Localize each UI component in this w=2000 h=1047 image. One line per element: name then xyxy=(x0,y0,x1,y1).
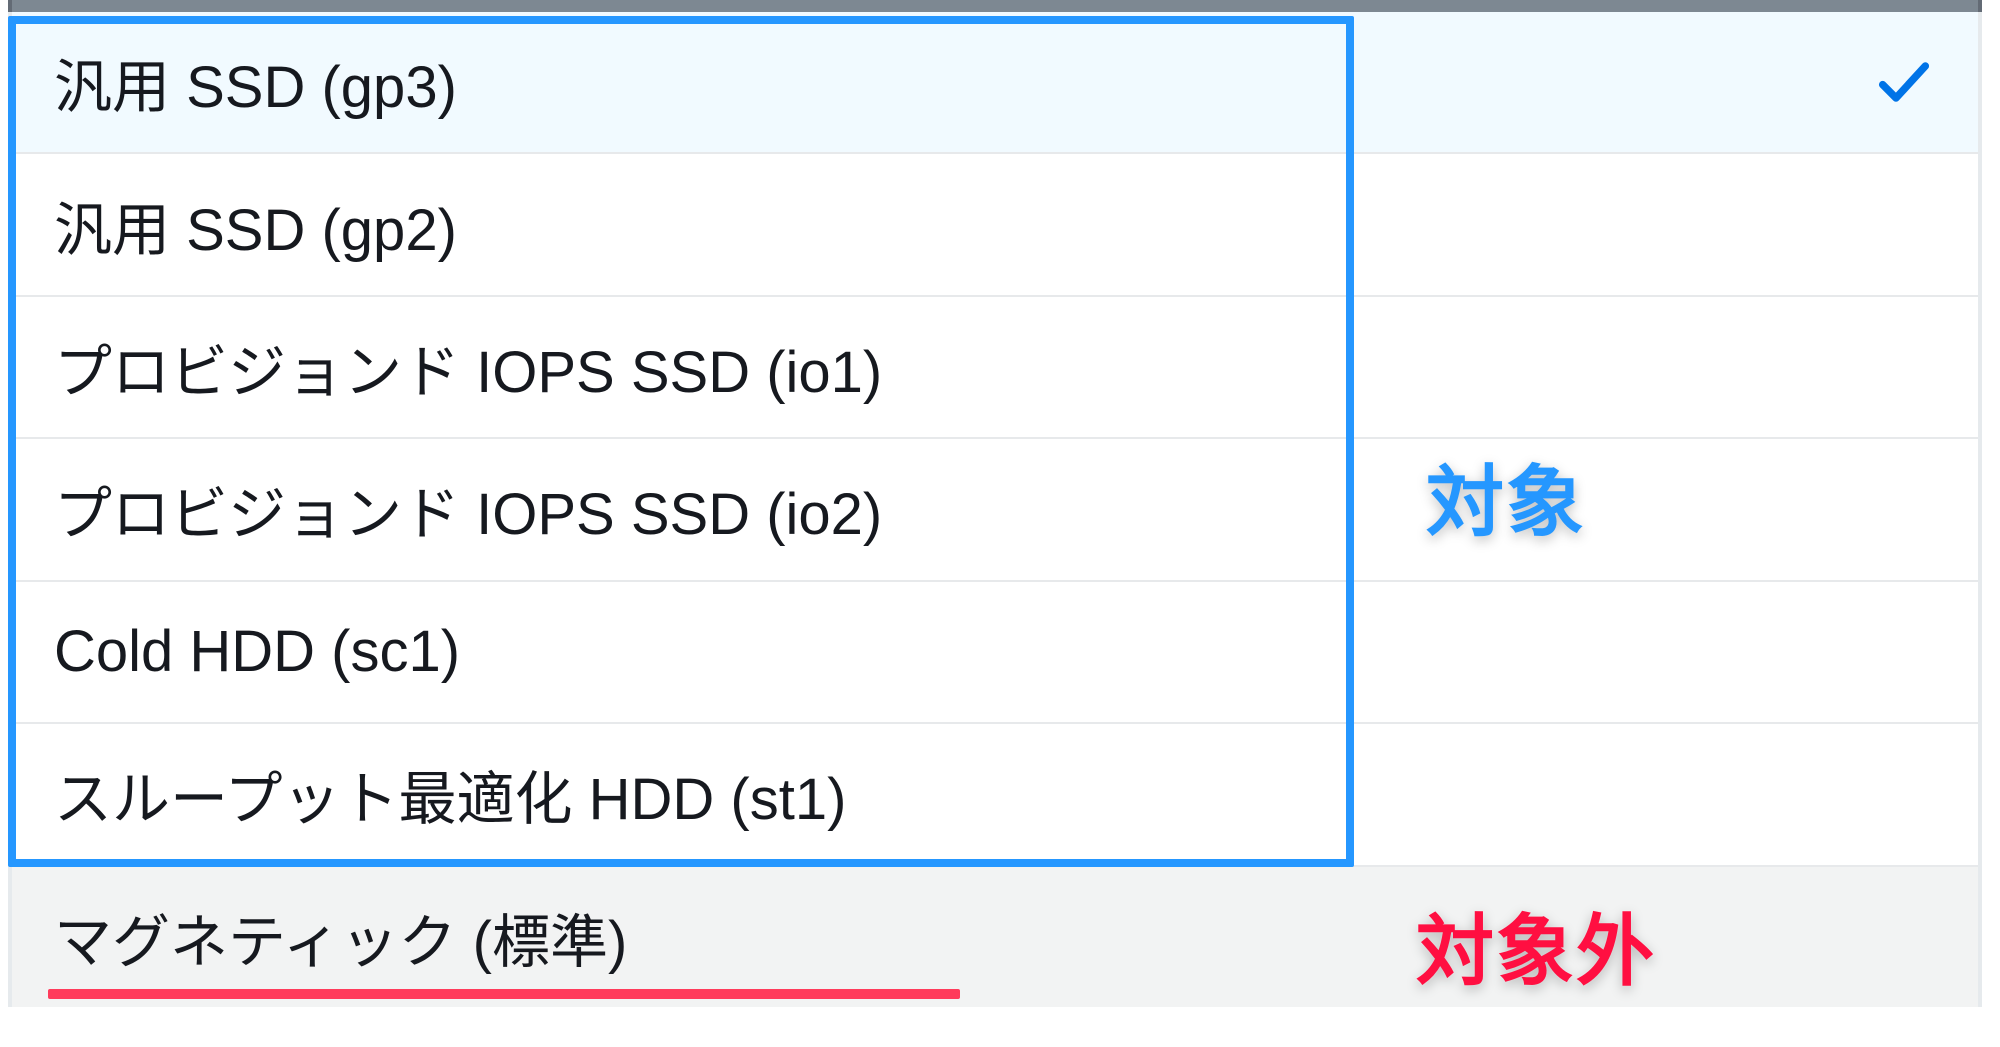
page-root: 汎用 SSD (gp3) 汎用 SSD (gp2) プロビジョンド IOPS S… xyxy=(0,0,2000,1047)
option-sc1[interactable]: Cold HDD (sc1) xyxy=(12,582,1978,724)
option-gp2[interactable]: 汎用 SSD (gp2) xyxy=(12,154,1978,296)
option-io1[interactable]: プロビジョンド IOPS SSD (io1) xyxy=(12,297,1978,439)
option-label: プロビジョンド IOPS SSD (io2) xyxy=(54,467,882,551)
option-label: プロビジョンド IOPS SSD (io1) xyxy=(54,325,882,409)
option-label: スループット最適化 HDD (st1) xyxy=(54,752,846,836)
option-io2[interactable]: プロビジョンド IOPS SSD (io2) xyxy=(12,439,1978,581)
option-st1[interactable]: スループット最適化 HDD (st1) xyxy=(12,724,1978,866)
option-label: マグネティック (標準) xyxy=(54,895,627,979)
collapsed-select-edge xyxy=(8,0,1982,12)
volume-type-dropdown[interactable]: 汎用 SSD (gp3) 汎用 SSD (gp2) プロビジョンド IOPS S… xyxy=(8,12,1982,1007)
option-label: 汎用 SSD (gp2) xyxy=(54,183,457,267)
option-label: 汎用 SSD (gp3) xyxy=(54,40,457,124)
check-icon xyxy=(1872,50,1936,114)
option-gp3[interactable]: 汎用 SSD (gp3) xyxy=(12,12,1978,154)
option-magnetic-standard[interactable]: マグネティック (標準) xyxy=(12,867,1978,1007)
option-label: Cold HDD (sc1) xyxy=(54,618,460,685)
